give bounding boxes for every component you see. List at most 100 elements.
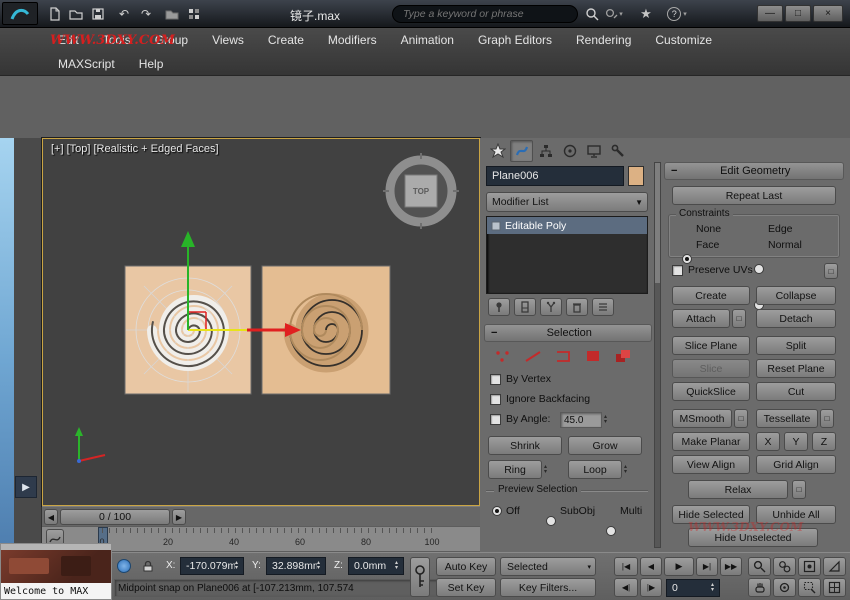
preview-off-radio[interactable] <box>492 506 502 516</box>
loop-spinner[interactable]: ▴▾ <box>624 460 627 479</box>
undo-button[interactable]: ↶ <box>114 4 134 24</box>
motion-panel-icon[interactable] <box>558 140 581 162</box>
relax-settings-button[interactable]: □ <box>792 480 806 499</box>
by-angle-checkbox[interactable] <box>490 414 501 425</box>
modifier-list-dropdown[interactable]: Modifier List ▼ <box>486 192 648 212</box>
configure-modifier-sets-button[interactable] <box>592 298 614 316</box>
msmooth-settings-button[interactable]: □ <box>734 409 748 428</box>
collapse-button[interactable]: Collapse <box>756 286 836 305</box>
constraint-none-radio[interactable] <box>682 254 692 264</box>
modify-panel-icon[interactable] <box>510 140 533 162</box>
current-frame-field[interactable]: 0▴▾ <box>666 579 720 597</box>
make-planar-y-button[interactable]: Y <box>784 432 808 451</box>
3dsmax-logo[interactable] <box>2 2 38 25</box>
zoom-icon[interactable] <box>748 557 771 576</box>
zoom-region-icon[interactable] <box>798 578 821 597</box>
by-vertex-checkbox[interactable] <box>490 374 501 385</box>
panel-scrollbar-thumb[interactable] <box>655 163 660 283</box>
repeat-last-button[interactable]: Repeat Last <box>672 186 836 205</box>
time-slider-thumb[interactable]: 0 / 100 <box>60 509 170 525</box>
viewport-label[interactable]: [+] [Top] [Realistic + Edged Faces] <box>51 143 219 155</box>
object-name-field[interactable]: Plane006 <box>486 166 624 186</box>
redo-button[interactable]: ↷ <box>136 4 156 24</box>
tessellate-settings-button[interactable]: □ <box>820 409 834 428</box>
tessellate-button[interactable]: Tessellate <box>756 409 818 428</box>
border-subobject-icon[interactable] <box>550 346 576 366</box>
previous-key-button[interactable]: ◀| <box>614 578 638 597</box>
preview-multi-radio[interactable] <box>606 526 616 536</box>
favorites-star-icon[interactable]: ★ <box>636 4 656 24</box>
help-icon[interactable]: ?▾ <box>664 6 690 22</box>
constraint-edge-radio[interactable] <box>754 264 764 274</box>
menu-animation[interactable]: Animation <box>389 28 466 52</box>
by-angle-field[interactable]: 45.0 <box>560 412 602 428</box>
split-button[interactable]: Split <box>756 336 836 355</box>
preview-subobj-radio[interactable] <box>546 516 556 526</box>
msmooth-button[interactable]: MSmooth <box>672 409 732 428</box>
create-panel-icon[interactable] <box>486 140 509 162</box>
detach-button[interactable]: Detach <box>756 309 836 328</box>
view-align-button[interactable]: View Align <box>672 455 750 474</box>
maximize-viewport-toggle-icon[interactable] <box>823 578 846 597</box>
go-to-end-button[interactable]: ▶▶ <box>720 557 742 576</box>
play-animation-button[interactable]: ▶ <box>664 557 694 576</box>
preserve-uvs-checkbox[interactable] <box>672 265 683 276</box>
key-filters-button[interactable]: Key Filters... <box>500 578 596 597</box>
panel-scrollbar[interactable] <box>654 162 661 548</box>
viewcube-top-label[interactable]: TOP <box>413 187 429 196</box>
shrink-button[interactable]: Shrink <box>488 436 562 455</box>
project-folder-button[interactable] <box>162 4 182 24</box>
welcome-window[interactable]: Welcome to MAX <box>0 543 112 600</box>
element-subobject-icon[interactable] <box>610 346 636 366</box>
create-button[interactable]: Create <box>672 286 750 305</box>
loop-button[interactable]: Loop <box>568 460 622 479</box>
maximize-button[interactable]: □ <box>785 5 811 22</box>
viewcube[interactable]: TOP <box>405 175 437 207</box>
auto-key-button[interactable]: Auto Key <box>436 557 496 576</box>
menu-graph-editors[interactable]: Graph Editors <box>466 28 564 52</box>
pin-stack-button[interactable] <box>488 298 510 316</box>
quickslice-button[interactable]: QuickSlice <box>672 382 750 401</box>
show-end-result-button[interactable] <box>514 298 536 316</box>
z-coord-field[interactable]: 0.0mm▴▾ <box>348 557 404 575</box>
menu-help[interactable]: Help <box>127 52 176 76</box>
menu-create[interactable]: Create <box>256 28 316 52</box>
isolate-selection-toggle[interactable] <box>114 556 134 576</box>
preserve-uvs-settings-button[interactable]: □ <box>824 263 838 279</box>
selection-lock-toggle[interactable] <box>138 556 158 576</box>
edit-geometry-rollout-header[interactable]: − Edit Geometry <box>664 162 844 180</box>
menu-modifiers[interactable]: Modifiers <box>316 28 389 52</box>
current-frame-spinner[interactable]: ▴▾ <box>711 583 714 593</box>
remove-modifier-button[interactable] <box>566 298 588 316</box>
zoom-extents-icon[interactable] <box>798 557 821 576</box>
next-frame-button[interactable]: ▶| <box>696 557 718 576</box>
slice-button[interactable]: Slice <box>672 359 750 378</box>
menu-customize[interactable]: Customize <box>643 28 724 52</box>
vertex-subobject-icon[interactable] <box>490 346 516 366</box>
orbit-view-icon[interactable] <box>773 578 796 597</box>
field-of-view-icon[interactable] <box>823 557 846 576</box>
set-keys-key-button[interactable] <box>410 557 430 597</box>
make-planar-button[interactable]: Make Planar <box>672 432 750 451</box>
x-coord-spinner[interactable]: ▴▾ <box>235 561 238 571</box>
set-key-button[interactable]: Set Key <box>436 578 496 597</box>
z-coord-spinner[interactable]: ▴▾ <box>395 561 398 571</box>
make-planar-x-button[interactable]: X <box>756 432 780 451</box>
make-unique-button[interactable] <box>540 298 562 316</box>
utilities-panel-icon[interactable] <box>606 140 629 162</box>
workspace-button[interactable] <box>184 4 204 24</box>
selection-set-dropdown[interactable]: Selected▾ <box>500 557 596 576</box>
search-input[interactable] <box>393 8 553 20</box>
menu-maxscript[interactable]: MAXScript <box>46 52 127 76</box>
grid-align-button[interactable]: Grid Align <box>756 455 836 474</box>
open-file-button[interactable] <box>66 4 86 24</box>
menu-rendering[interactable]: Rendering <box>564 28 643 52</box>
ring-spinner[interactable]: ▴▾ <box>544 460 547 479</box>
expand-panel-arrow-icon[interactable]: ▶ <box>15 476 37 498</box>
new-scene-button[interactable] <box>44 4 64 24</box>
time-slider-prev-arrow[interactable]: ◀ <box>44 509 58 525</box>
y-coord-field[interactable]: 32.898mm▴▾ <box>266 557 326 575</box>
ring-button[interactable]: Ring <box>488 460 542 479</box>
previous-frame-button[interactable]: ◀ <box>640 557 662 576</box>
relax-button[interactable]: Relax <box>688 480 788 499</box>
